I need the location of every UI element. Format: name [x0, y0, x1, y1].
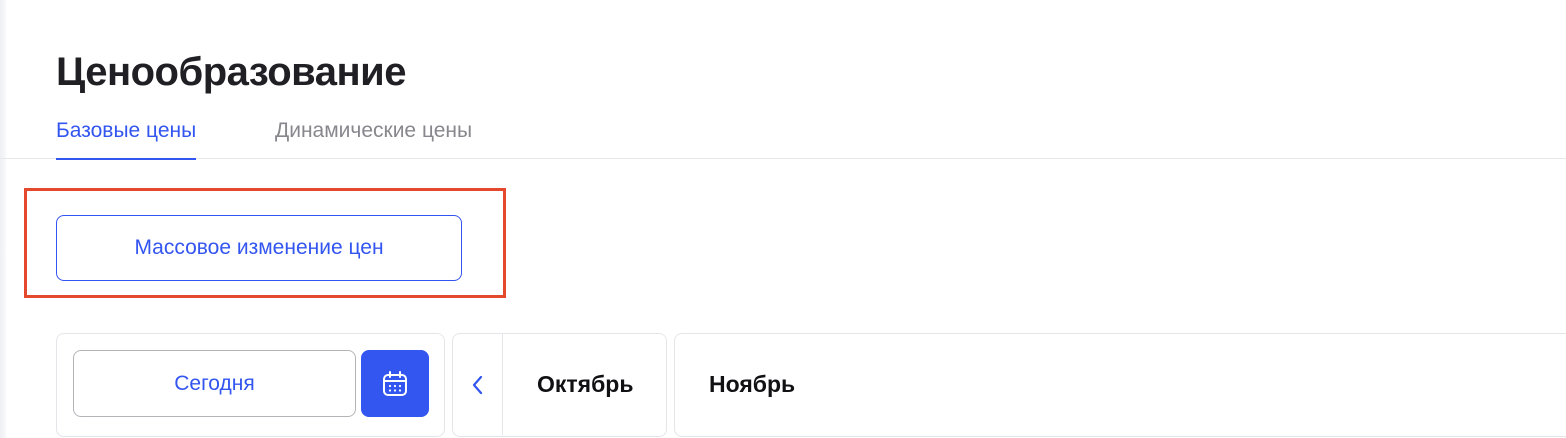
tab-base-prices[interactable]: Базовые цены: [56, 110, 197, 160]
mass-price-change-button[interactable]: Массовое изменение цен: [56, 215, 462, 281]
sidebar-edge: [0, 0, 6, 438]
month-label-november: Ноябрь: [709, 371, 796, 397]
month-label-october: Октябрь: [537, 371, 634, 397]
chevron-left-icon: [472, 375, 482, 394]
calendar-button[interactable]: [361, 350, 429, 417]
pricing-page: Ценообразование Базовые цены Динамически…: [0, 0, 1566, 438]
calendar-icon: [383, 370, 407, 396]
prev-month-button[interactable]: [453, 334, 503, 435]
month-card-november: Ноябрь: [674, 333, 1566, 437]
month-card-october: Октябрь: [452, 333, 667, 437]
tab-dynamic-prices[interactable]: Динамические цены: [275, 110, 472, 158]
today-button[interactable]: Сегодня: [73, 350, 356, 417]
today-card: Сегодня: [56, 333, 445, 437]
page-title: Ценообразование: [56, 50, 406, 94]
pricing-tabs: Базовые цены Динамические цены: [0, 110, 1566, 160]
